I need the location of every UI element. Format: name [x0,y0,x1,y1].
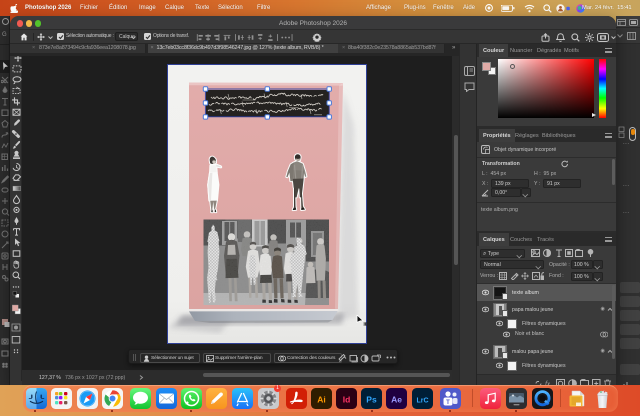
svg-text:Ai: Ai [317,395,326,405]
svg-text:Ps: Ps [366,395,377,405]
svg-text:T: T [446,400,450,406]
svg-text:Ae: Ae [391,395,402,405]
svg-text:Id: Id [343,395,351,405]
svg-text:LrC: LrC [416,398,428,405]
